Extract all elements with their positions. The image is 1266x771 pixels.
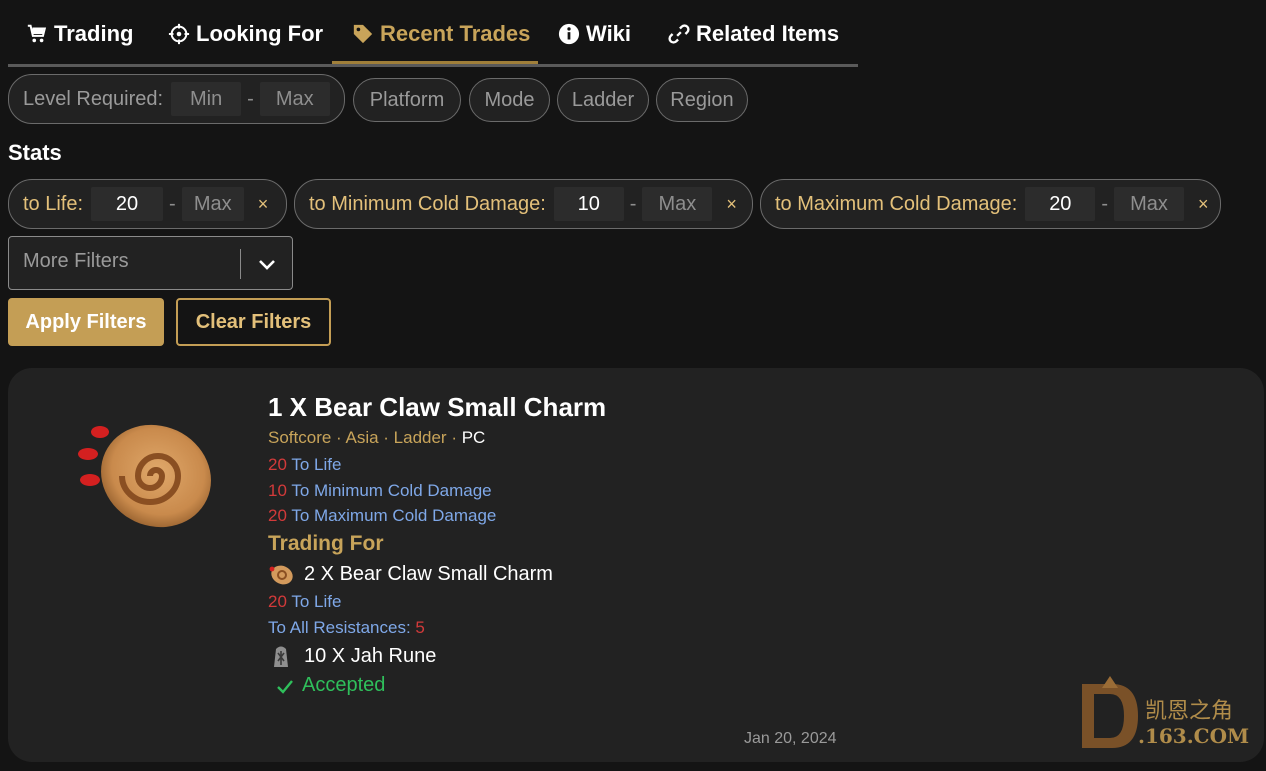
stat-text: To Life <box>291 592 342 611</box>
tag-icon <box>352 23 374 45</box>
rune-icon <box>274 646 288 667</box>
level-min-input[interactable]: Min <box>171 82 242 116</box>
trade-date: Jan 20, 2024 <box>744 730 837 747</box>
platform-filter[interactable]: Platform <box>353 78 461 122</box>
ladder-filter[interactable]: Ladder <box>557 78 649 122</box>
clear-filters-button[interactable]: Clear Filters <box>176 298 331 346</box>
trade-meta-text: Softcore · Asia · Ladder · <box>268 428 462 447</box>
stat-text: To All Resistances: <box>268 618 411 637</box>
tab-related-items[interactable]: Related Items <box>668 14 839 54</box>
tab-label: Related Items <box>696 21 840 46</box>
tab-trading[interactable]: Trading <box>26 14 133 54</box>
wanted-stat-line: To All Resistances: 5 <box>268 618 425 638</box>
info-icon <box>558 23 580 45</box>
select-divider <box>240 249 241 279</box>
trade-meta: Softcore · Asia · Ladder · PC <box>268 428 485 448</box>
range-dash: - <box>247 87 254 110</box>
level-required-label: Level Required: <box>23 87 164 110</box>
nav-tabs: Trading Looking For Recent Trades Wiki R… <box>8 0 858 67</box>
stat-value: 20 <box>268 592 287 611</box>
remove-stat-icon[interactable]: × <box>258 194 269 215</box>
stat-label: to Life: <box>23 192 84 215</box>
wanted-item-name: 2 X Bear Claw Small Charm <box>304 562 553 585</box>
active-tab-indicator <box>332 61 538 64</box>
charm-icon <box>78 424 211 528</box>
crosshair-icon <box>168 23 190 45</box>
check-icon <box>277 679 293 694</box>
item-stat-line: 20 To Maximum Cold Damage <box>268 506 496 526</box>
region-filter[interactable]: Region <box>656 78 748 122</box>
stat-filter-life: to Life: 20 - Max × <box>8 179 287 229</box>
wanted-item-name: 10 X Jah Rune <box>304 644 437 667</box>
stat-text: To Maximum Cold Damage <box>291 506 497 525</box>
link-icon <box>668 23 690 45</box>
tab-label: Wiki <box>586 21 632 46</box>
charm-icon <box>269 565 293 585</box>
chevron-down-icon[interactable] <box>255 252 279 276</box>
mode-filter[interactable]: Mode <box>469 78 550 122</box>
item-stat-line: 10 To Minimum Cold Damage <box>268 481 492 501</box>
tab-looking-for[interactable]: Looking For <box>168 14 323 54</box>
item-stat-line: 20 To Life <box>268 455 341 475</box>
tab-label: Trading <box>54 21 134 46</box>
stat-text: To Life <box>291 455 342 474</box>
wanted-stat-line: 20 To Life <box>268 592 341 612</box>
stat-text: To Minimum Cold Damage <box>291 481 492 500</box>
trade-status: Accepted <box>276 674 385 697</box>
watermark-text: 凯恩之角 <box>1145 699 1234 724</box>
tab-wiki[interactable]: Wiki <box>558 14 631 54</box>
range-dash: - <box>169 192 176 215</box>
remove-stat-icon[interactable]: × <box>726 194 737 215</box>
trading-for-heading: Trading For <box>268 532 384 555</box>
stat-label: to Minimum Cold Damage: <box>309 192 546 215</box>
stat-value: 20 <box>268 506 287 525</box>
wanted-item: 2 X Bear Claw Small Charm <box>268 561 553 587</box>
stat-value: 20 <box>268 455 287 474</box>
stats-heading: Stats <box>8 140 62 165</box>
tab-label: Looking For <box>196 21 324 46</box>
trade-platform: PC <box>461 428 486 447</box>
apply-filters-button[interactable]: Apply Filters <box>8 298 164 346</box>
stat-value: 10 <box>268 481 287 500</box>
range-dash: - <box>629 192 637 215</box>
stat-min-input[interactable]: 20 <box>91 187 164 221</box>
level-max-input[interactable]: Max <box>259 82 330 116</box>
wanted-item: 10 X Jah Rune <box>268 643 436 669</box>
stat-max-input[interactable]: Max <box>642 187 713 221</box>
level-required-filter: Level Required: Min - Max <box>8 74 345 124</box>
remove-stat-icon[interactable]: × <box>1198 194 1209 215</box>
stat-filter-min-cold: to Minimum Cold Damage: 10 - Max × <box>294 179 753 229</box>
range-dash: - <box>1101 192 1108 215</box>
tab-recent-trades[interactable]: Recent Trades <box>352 14 530 54</box>
cart-icon <box>26 23 48 45</box>
stat-filter-max-cold: to Maximum Cold Damage: 20 - Max × <box>760 179 1221 229</box>
stat-max-input[interactable]: Max <box>1113 187 1184 221</box>
more-filters-select[interactable]: More Filters <box>8 236 293 290</box>
stat-min-input[interactable]: 20 <box>1025 187 1096 221</box>
status-text: Accepted <box>302 674 386 696</box>
stat-min-input[interactable]: 10 <box>553 187 624 221</box>
stat-max-input[interactable]: Max <box>181 187 244 221</box>
more-filters-placeholder: More Filters <box>23 250 129 272</box>
tab-label: Recent Trades <box>380 21 531 46</box>
trade-item-title: 1 X Bear Claw Small Charm <box>268 392 607 422</box>
stat-label: to Maximum Cold Damage: <box>775 192 1018 215</box>
watermark-domain: .163.COM <box>1138 724 1250 748</box>
stat-value: 5 <box>415 618 425 637</box>
